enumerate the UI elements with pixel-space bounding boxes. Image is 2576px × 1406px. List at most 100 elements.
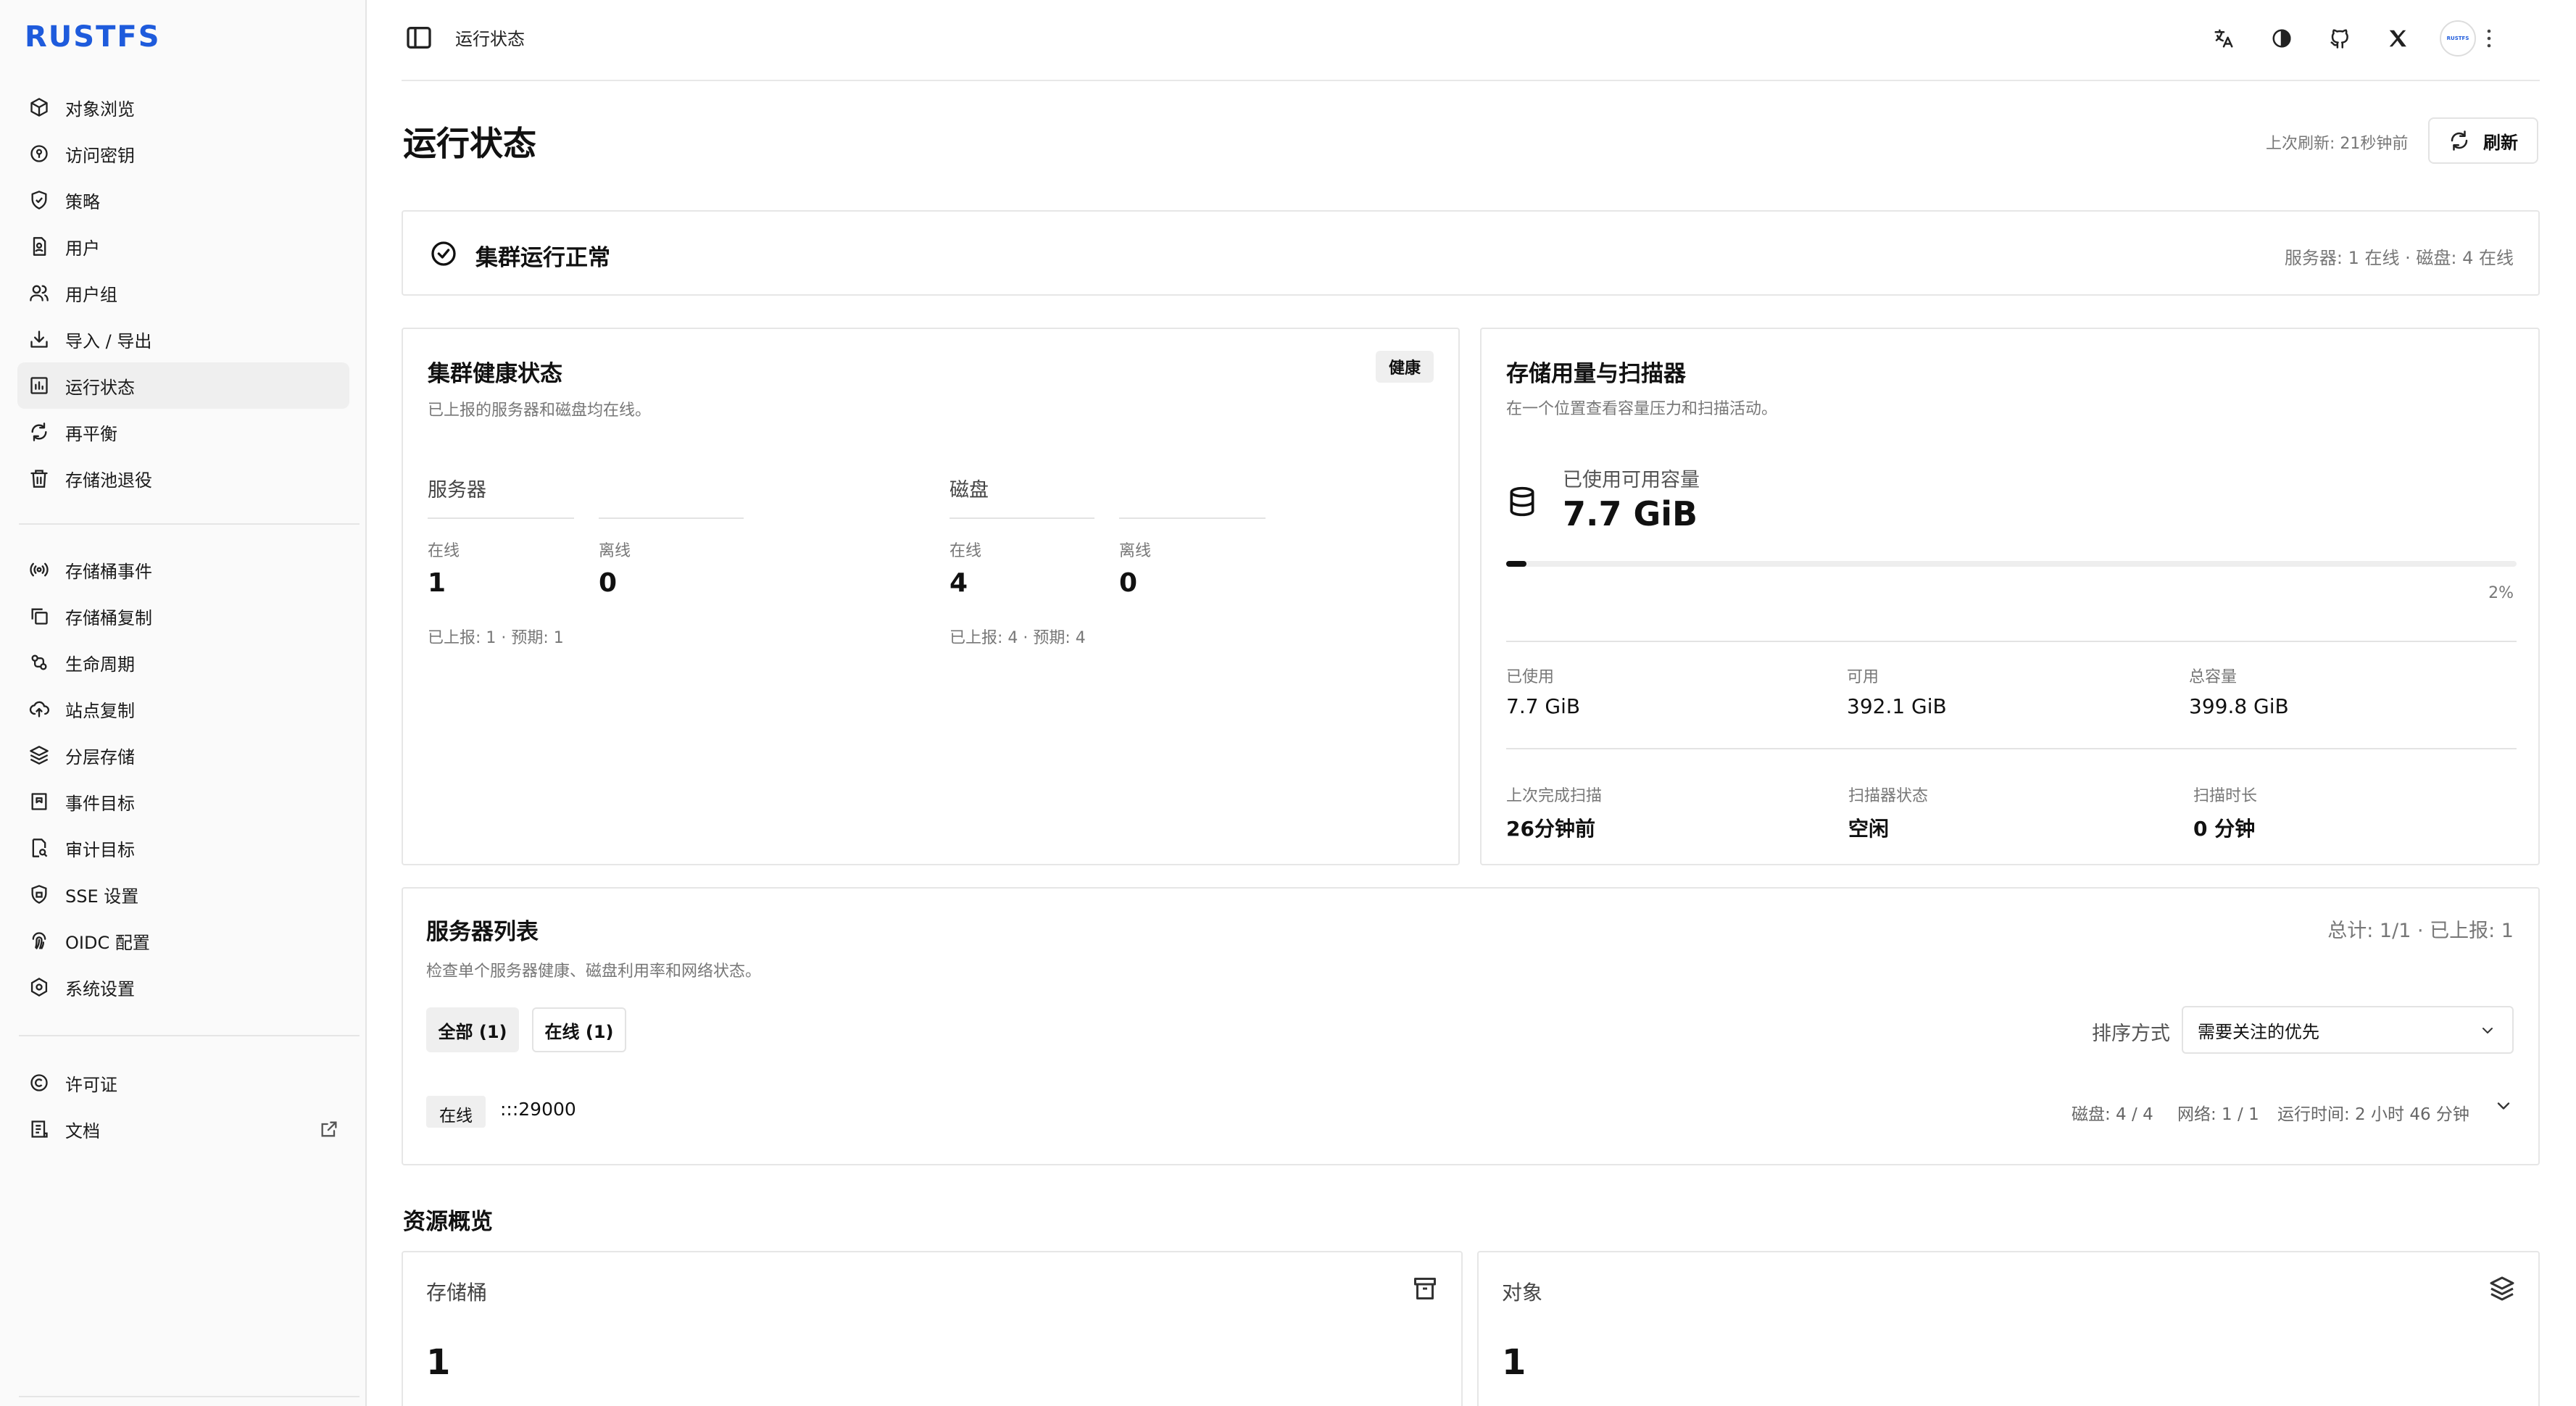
sidebar-item-user-groups[interactable]: 用户组: [17, 270, 349, 316]
filter-online-button[interactable]: 在线 (1): [532, 1007, 626, 1052]
sort-select[interactable]: 需要关注的优先: [2182, 1006, 2514, 1054]
settings-icon: [22, 970, 57, 1004]
copy-icon: [22, 599, 57, 633]
objects-value: 1: [1502, 1342, 1526, 1383]
target-icon: [22, 784, 57, 819]
sidebar-item-oidc-config[interactable]: OIDC 配置: [17, 918, 349, 964]
bar-chart-icon: [22, 368, 57, 403]
sidebar-item-bucket-replication[interactable]: 存储桶复制: [17, 593, 349, 639]
scan-duration-value: 0 分钟: [2193, 817, 2256, 841]
sidebar-item-label: 存储桶复制: [65, 607, 152, 628]
sidebar-item-system-settings[interactable]: 系统设置: [17, 964, 349, 1010]
sidebar-item-label: 存储桶事件: [65, 561, 152, 582]
banner-meta: 服务器: 1 在线 · 磁盘: 4 在线: [2284, 248, 2514, 268]
app-logo[interactable]: RUSTFS: [25, 20, 161, 54]
sidebar-item-users[interactable]: 用户: [17, 223, 349, 270]
document-icon: [22, 1112, 57, 1147]
layers-icon: [2490, 1276, 2514, 1301]
sidebar-item-pool-decommission[interactable]: 存储池退役: [17, 455, 349, 502]
servers-offline-value: 0: [599, 568, 618, 598]
sidebar-item-lifecycle[interactable]: 生命周期: [17, 639, 349, 686]
divider: [1506, 641, 2517, 642]
disks-group-label: 磁盘: [950, 479, 989, 502]
topbar-actions: RUSTFS: [2183, 20, 2496, 57]
total-label: 总容量: [2189, 668, 2238, 686]
sidebar-item-object-browser[interactable]: 对象浏览: [17, 84, 349, 130]
filter-all-button[interactable]: 全部 (1): [426, 1007, 519, 1052]
sidebar-item-label: 存储池退役: [65, 470, 152, 491]
sidebar: RUSTFS 对象浏览 访问密钥 策略 用户 用户组 导入 / 导出 运行状态 …: [0, 0, 367, 1406]
sidebar-item-label: 文档: [65, 1120, 100, 1141]
x-icon[interactable]: [2380, 21, 2415, 56]
breadcrumb[interactable]: 运行状态: [455, 25, 525, 50]
trash-icon: [22, 461, 57, 496]
avatar[interactable]: RUSTFS: [2440, 20, 2476, 57]
divider: [950, 517, 1094, 519]
sidebar-item-audit-targets[interactable]: 审计目标: [17, 825, 349, 871]
buckets-value: 1: [426, 1342, 451, 1383]
sidebar-divider: [19, 1396, 360, 1397]
scanner-status-label: 扫描器状态: [1848, 787, 1929, 805]
server-uptime: 运行时间: 2 小时 46 分钟: [2277, 1105, 2469, 1124]
sidebar-item-label: 许可证: [65, 1074, 117, 1095]
servers-offline-label: 离线: [599, 542, 631, 560]
sidebar-item-rebalance[interactable]: 再平衡: [17, 409, 349, 455]
buckets-card: 存储桶 1: [402, 1251, 1463, 1406]
card-title: 集群健康状态: [428, 361, 562, 387]
sidebar-toggle-icon[interactable]: [404, 23, 433, 52]
audit-icon: [22, 831, 57, 865]
card-subtitle: 检查单个服务器健康、磁盘利用率和网络状态。: [426, 962, 762, 981]
users-icon: [22, 275, 57, 310]
used-capacity-label: 已使用可用容量: [1563, 469, 1700, 491]
sidebar-item-bucket-events[interactable]: 存储桶事件: [17, 546, 349, 593]
sidebar-divider: [19, 523, 360, 525]
sidebar-item-status[interactable]: 运行状态: [17, 362, 349, 409]
section-title: 资源概览: [403, 1209, 493, 1235]
sort-label: 排序方式: [2092, 1023, 2170, 1045]
sidebar-item-label: 用户组: [65, 284, 117, 305]
sidebar-item-docs[interactable]: 文档: [17, 1106, 349, 1152]
fingerprint-icon: [22, 923, 57, 958]
chevron-down-icon: [2482, 1028, 2493, 1033]
disks-online-label: 在线: [950, 542, 982, 560]
objects-label: 对象: [1502, 1281, 1543, 1305]
sidebar-item-access-keys[interactable]: 访问密钥: [17, 130, 349, 177]
sidebar-item-event-targets[interactable]: 事件目标: [17, 778, 349, 825]
github-icon[interactable]: [2322, 21, 2357, 56]
usage-progress-fill: [1506, 561, 1526, 567]
sidebar-item-label: SSE 设置: [65, 886, 139, 907]
objects-card: 对象 1: [1477, 1251, 2540, 1406]
shield-icon: [22, 183, 57, 217]
refresh-button[interactable]: 刷新: [2428, 117, 2538, 164]
sidebar-item-license[interactable]: 许可证: [17, 1060, 349, 1106]
refresh-icon: [2451, 130, 2468, 151]
sidebar-nav-secondary: 存储桶事件 存储桶复制 生命周期 站点复制 分层存储 事件目标 审计目标 SSE…: [17, 546, 349, 1010]
kebab-menu-icon[interactable]: [2482, 21, 2496, 56]
chevron-down-icon[interactable]: [2493, 1096, 2514, 1116]
last-scan-label: 上次完成扫描: [1506, 787, 1603, 805]
sidebar-item-import-export[interactable]: 导入 / 导出: [17, 316, 349, 362]
disks-offline-label: 离线: [1119, 542, 1152, 560]
sidebar-item-policies[interactable]: 策略: [17, 177, 349, 223]
card-subtitle: 已上报的服务器和磁盘均在线。: [428, 402, 652, 420]
topbar: 运行状态 RUSTFS: [402, 0, 2540, 81]
sidebar-item-tiering[interactable]: 分层存储: [17, 732, 349, 778]
server-network: 网络: 1 / 1: [2177, 1105, 2259, 1124]
sidebar-item-label: 审计目标: [65, 839, 135, 860]
download-icon: [22, 322, 57, 357]
translate-icon[interactable]: [2206, 21, 2241, 56]
theme-icon[interactable]: [2264, 21, 2299, 56]
sidebar-divider: [19, 1035, 360, 1036]
used-capacity-value: 7.7 GiB: [1563, 494, 1698, 533]
lifecycle-icon: [22, 645, 57, 680]
check-circle-icon: [431, 241, 456, 266]
scanner-status-value: 空闲: [1848, 817, 1890, 841]
sidebar-item-site-replication[interactable]: 站点复制: [17, 686, 349, 732]
disks-offline-value: 0: [1119, 568, 1138, 598]
sidebar-item-sse-settings[interactable]: SSE 设置: [17, 871, 349, 918]
divider: [1506, 748, 2517, 749]
refresh-button-label: 刷新: [2483, 132, 2518, 153]
server-host: :::29000: [500, 1099, 576, 1120]
broadcast-icon: [22, 552, 57, 587]
divider: [599, 517, 744, 519]
